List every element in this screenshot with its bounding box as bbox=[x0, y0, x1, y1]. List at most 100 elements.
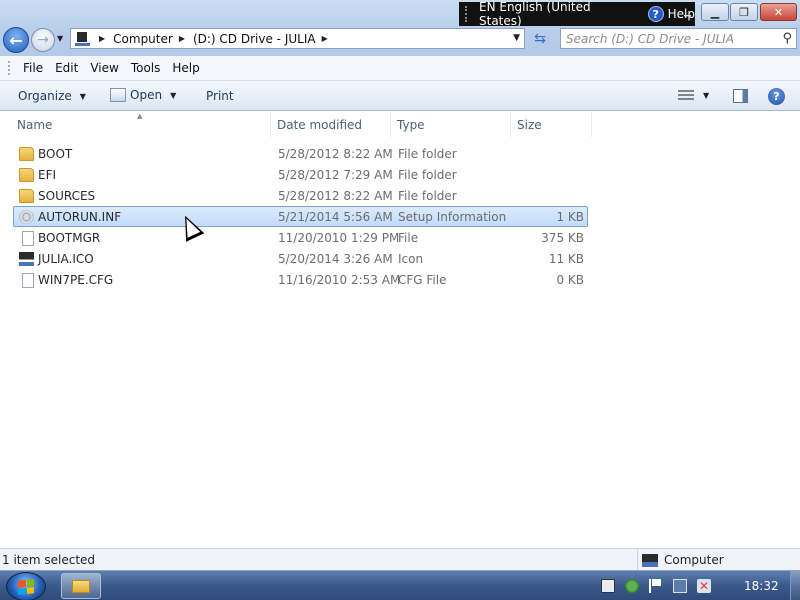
chevron-down-icon: ▼ bbox=[170, 90, 177, 100]
column-type[interactable]: Type bbox=[392, 112, 511, 137]
menubar-grip bbox=[8, 61, 11, 75]
file-date: 5/28/2012 8:22 AM bbox=[278, 147, 393, 161]
file-size: 1 KB bbox=[556, 210, 584, 224]
file-type: File folder bbox=[398, 189, 457, 203]
security-icon[interactable] bbox=[625, 579, 639, 593]
column-date-modified[interactable]: Date modified bbox=[272, 112, 391, 137]
search-input[interactable]: Search (D:) CD Drive - JULIA ⚲ bbox=[560, 28, 797, 49]
file-size: 375 KB bbox=[541, 231, 584, 245]
file-name: JULIA.ICO bbox=[38, 252, 94, 266]
breadcrumb-cd-drive[interactable]: (D:) CD Drive - JULIA bbox=[193, 32, 316, 46]
search-icon[interactable]: ⚲ bbox=[782, 31, 792, 46]
help-button-icon[interactable]: ? bbox=[768, 88, 785, 105]
address-history-dropdown[interactable]: ▼ bbox=[513, 33, 520, 43]
file-type: File folder bbox=[398, 147, 457, 161]
help-icon[interactable]: ? bbox=[647, 6, 664, 22]
file-row[interactable]: SOURCES 5/28/2012 8:22 AM File folder bbox=[13, 185, 588, 206]
command-bar: Organize ▼ Open ▼ Print ▼ ? bbox=[0, 81, 800, 111]
taskbar: ✕ 18:32 bbox=[0, 570, 800, 600]
minimize-icon: ▁ bbox=[710, 5, 720, 19]
folder-icon bbox=[19, 189, 34, 203]
file-row[interactable]: BOOTMGR 11/20/2010 1:29 PM File 375 KB bbox=[13, 227, 588, 248]
langbar-minimize-icon[interactable]: ▁ bbox=[684, 7, 691, 17]
column-size[interactable]: Size bbox=[512, 112, 592, 137]
open-label: Open bbox=[130, 88, 163, 102]
breadcrumb-separator-icon[interactable]: ▶ bbox=[322, 34, 328, 43]
close-button[interactable]: ✕ bbox=[760, 3, 797, 21]
print-button[interactable]: Print bbox=[206, 89, 234, 103]
file-type: CFG File bbox=[398, 273, 447, 287]
sort-ascending-icon: ▲ bbox=[137, 112, 143, 120]
file-name: WIN7PE.CFG bbox=[38, 273, 114, 287]
minimize-button[interactable]: ▁ bbox=[701, 3, 729, 21]
language-bar[interactable]: EN English (United States) ? Help ▁ bbox=[459, 0, 695, 28]
open-with-icon bbox=[110, 88, 126, 102]
folder-icon bbox=[19, 168, 34, 182]
menu-help[interactable]: Help bbox=[166, 61, 205, 75]
forward-arrow-icon: → bbox=[37, 32, 49, 48]
volume-muted-icon[interactable]: ✕ bbox=[697, 579, 711, 593]
breadcrumb-computer[interactable]: Computer bbox=[113, 32, 173, 46]
file-date: 5/28/2012 7:29 AM bbox=[278, 168, 393, 182]
column-header: Name Date modified Type Size bbox=[0, 112, 800, 137]
show-desktop-button[interactable] bbox=[790, 571, 800, 600]
back-button[interactable]: ← bbox=[3, 27, 29, 53]
file-name: SOURCES bbox=[38, 189, 96, 203]
menu-view[interactable]: View bbox=[84, 61, 124, 75]
forward-button[interactable]: → bbox=[31, 28, 55, 52]
status-bar: 1 item selected Computer bbox=[0, 548, 800, 571]
refresh-button[interactable]: ⇆ bbox=[528, 28, 552, 49]
menu-tools[interactable]: Tools bbox=[125, 61, 167, 75]
file-row-selected[interactable]: AUTORUN.INF 5/21/2014 5:56 AM Setup Info… bbox=[13, 206, 588, 227]
file-icon bbox=[22, 231, 34, 246]
file-type: File folder bbox=[398, 168, 457, 182]
refresh-icon: ⇆ bbox=[534, 30, 546, 47]
clock[interactable]: 18:32 bbox=[744, 579, 779, 593]
file-name: EFI bbox=[38, 168, 57, 182]
organize-button[interactable]: Organize ▼ bbox=[18, 89, 86, 103]
file-date: 5/20/2014 3:26 AM bbox=[278, 252, 393, 266]
file-row[interactable]: EFI 5/28/2012 7:29 AM File folder bbox=[13, 164, 588, 185]
file-type: Icon bbox=[398, 252, 424, 266]
file-row[interactable]: BOOT 5/28/2012 8:22 AM File folder bbox=[13, 143, 588, 164]
file-icon bbox=[22, 273, 34, 288]
notification-icon[interactable] bbox=[601, 579, 615, 593]
chevron-down-icon: ▼ bbox=[79, 91, 86, 101]
computer-icon bbox=[75, 31, 93, 46]
file-name: AUTORUN.INF bbox=[38, 210, 122, 224]
file-name: BOOT bbox=[38, 147, 73, 161]
language-label[interactable]: EN English (United States) bbox=[479, 0, 636, 28]
maximize-button[interactable]: ❐ bbox=[730, 3, 758, 21]
close-icon: ✕ bbox=[773, 5, 784, 19]
language-bar-grip[interactable] bbox=[465, 6, 469, 22]
taskbar-explorer-button[interactable] bbox=[61, 573, 101, 599]
file-date: 11/20/2010 1:29 PM bbox=[278, 231, 400, 245]
action-center-flag-icon[interactable] bbox=[649, 579, 663, 593]
breadcrumb-separator-icon[interactable]: ▶ bbox=[99, 34, 105, 43]
menu-bar: File Edit View Tools Help bbox=[0, 56, 800, 81]
recent-pages-dropdown[interactable]: ▼ bbox=[57, 34, 63, 43]
file-name: BOOTMGR bbox=[38, 231, 101, 245]
windows-logo-icon bbox=[18, 578, 34, 595]
file-row[interactable]: WIN7PE.CFG 11/16/2010 2:53 AM CFG File 0… bbox=[13, 269, 588, 290]
change-view-icon[interactable] bbox=[678, 90, 694, 102]
file-size: 0 KB bbox=[556, 273, 584, 287]
menu-edit[interactable]: Edit bbox=[49, 61, 84, 75]
folder-icon bbox=[19, 147, 34, 161]
explorer-folder-icon bbox=[72, 579, 90, 593]
menu-file[interactable]: File bbox=[17, 61, 49, 75]
breadcrumb-separator-icon[interactable]: ▶ bbox=[179, 34, 185, 43]
start-button[interactable] bbox=[6, 572, 46, 600]
network-icon[interactable] bbox=[673, 579, 687, 593]
views-dropdown-icon[interactable]: ▼ bbox=[703, 91, 709, 100]
file-date: 5/28/2012 8:22 AM bbox=[278, 189, 393, 203]
open-button[interactable]: Open ▼ bbox=[110, 88, 176, 102]
status-location: Computer bbox=[637, 549, 724, 571]
search-placeholder: Search (D:) CD Drive - JULIA bbox=[566, 31, 734, 46]
file-date: 11/16/2010 2:53 AM bbox=[278, 273, 401, 287]
address-bar[interactable]: ▶ Computer ▶ (D:) CD Drive - JULIA ▶ ▼ bbox=[70, 28, 525, 49]
print-label: Print bbox=[206, 89, 234, 103]
file-row[interactable]: JULIA.ICO 5/20/2014 3:26 AM Icon 11 KB bbox=[13, 248, 588, 269]
setup-file-icon bbox=[19, 210, 34, 224]
preview-pane-icon[interactable] bbox=[733, 89, 748, 103]
